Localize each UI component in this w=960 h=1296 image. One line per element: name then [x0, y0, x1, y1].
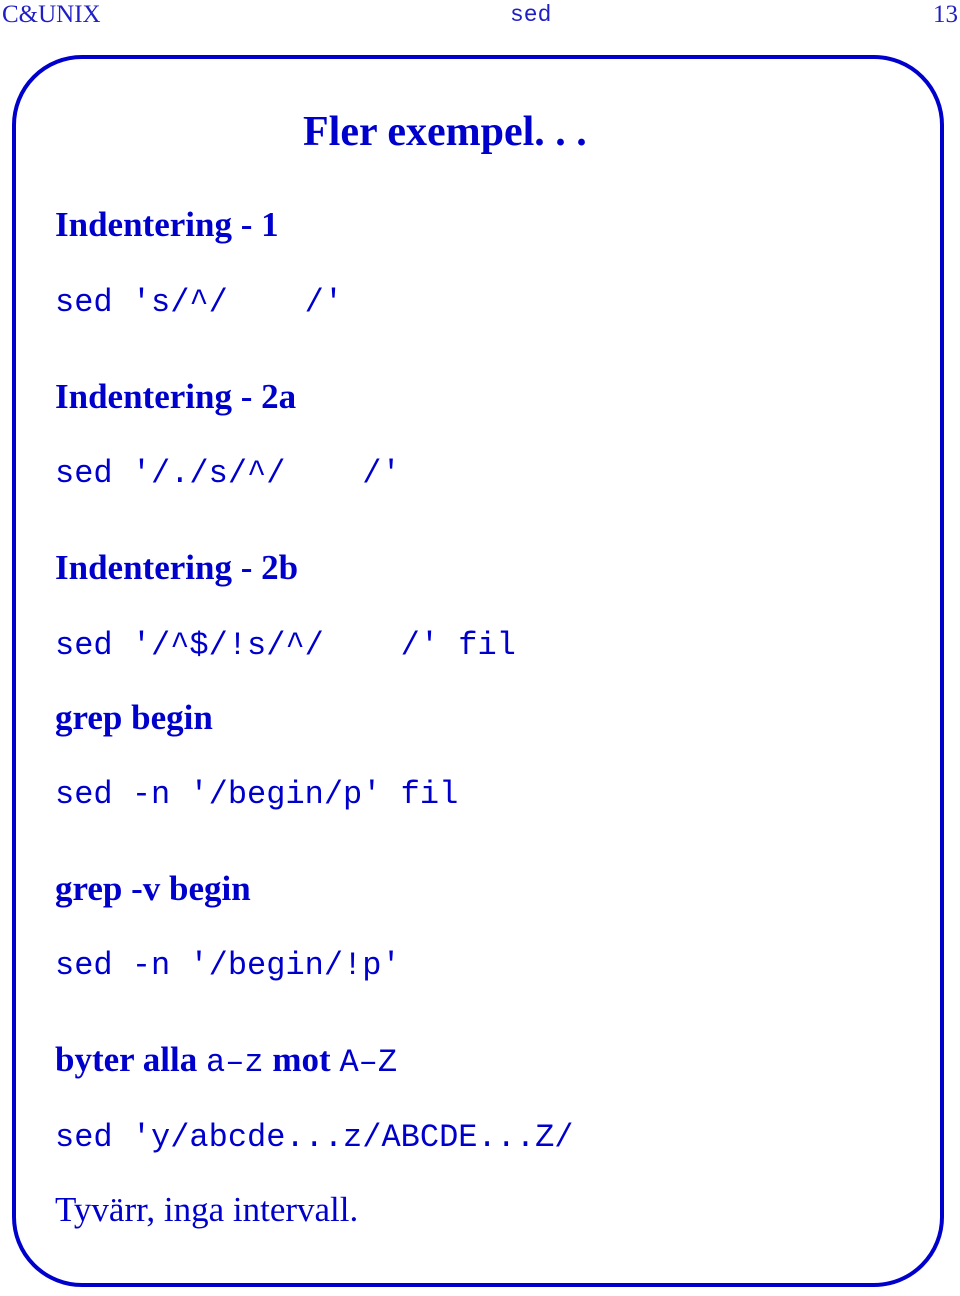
code-byter: sed 'y/abcde...z/ABCDE...Z/ [55, 1119, 574, 1156]
heading-grep-begin: grep begin [55, 698, 213, 737]
header-center: sed [510, 2, 552, 28]
heading-byter-range-lower: a–z [206, 1044, 264, 1081]
slide-title: Fler exempel. . . [303, 109, 587, 155]
heading-indentering-1: Indentering - 1 [55, 205, 279, 244]
code-grep-begin: sed -n '/begin/p' fil [55, 776, 459, 813]
heading-byter: byter alla a–z mot A–Z [55, 1040, 397, 1081]
code-indentering-2b: sed '/^$/!s/^/ /' fil [55, 627, 516, 664]
code-indentering-2a: sed '/./s/^/ /' [55, 455, 401, 492]
heading-indentering-2a: Indentering - 2a [55, 377, 297, 416]
page-number: 13 [933, 1, 958, 28]
code-grep-v-begin: sed -n '/begin/!p' [55, 947, 401, 984]
heading-grep-v-begin: grep -v begin [55, 869, 251, 908]
note-text: Tyvärr, inga intervall. [55, 1190, 359, 1229]
code-indentering-1: sed 's/^/ /' [55, 284, 344, 321]
heading-byter-text-1: byter alla [55, 1040, 207, 1079]
heading-indentering-2b: Indentering - 2b [55, 548, 299, 587]
heading-byter-range-upper: A–Z [339, 1044, 398, 1081]
header-left: C&UNIX [2, 1, 101, 28]
heading-byter-text-2: mot [263, 1040, 340, 1079]
